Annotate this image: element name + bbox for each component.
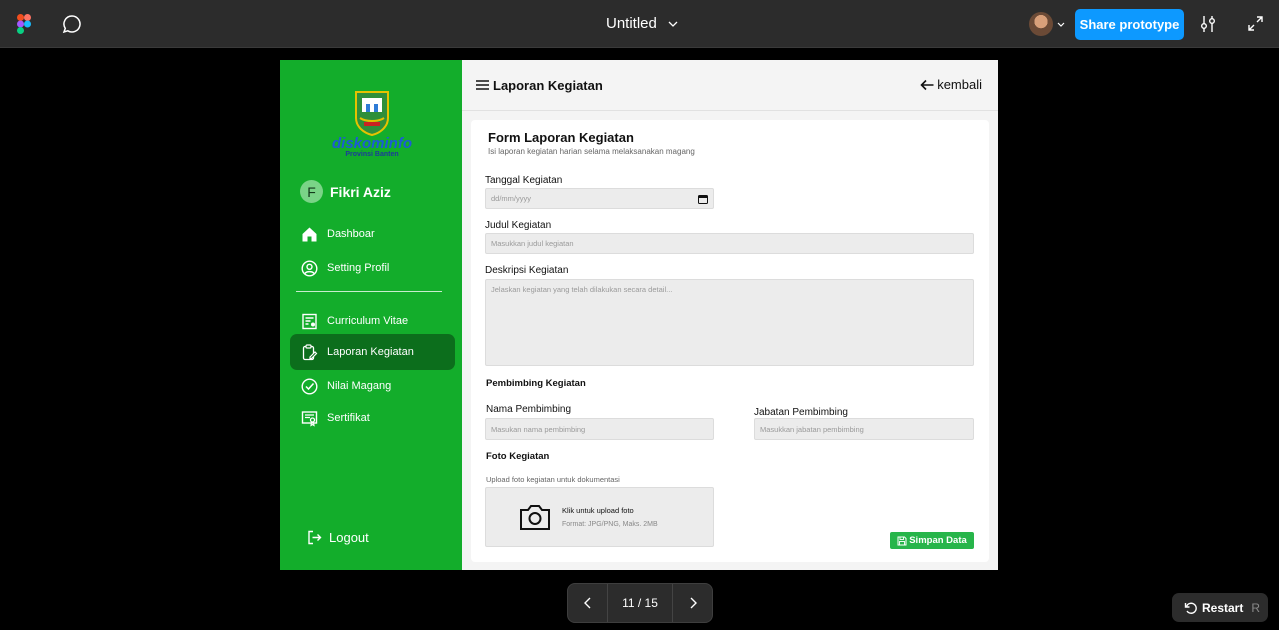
form-card: Form Laporan Kegiatan Isi laporan kegiat…	[471, 120, 989, 562]
sidebar-item-setting-profil[interactable]: Setting Profil	[290, 252, 455, 284]
foto-note: Upload foto kegiatan untuk dokumentasi	[486, 475, 620, 484]
sidebar-item-label: Dashboar	[327, 228, 375, 240]
restart-icon	[1184, 602, 1197, 614]
share-prototype-button[interactable]: Share prototype	[1075, 9, 1184, 40]
deskripsi-placeholder: Jelaskan kegiatan yang telah dilakukan s…	[491, 285, 673, 294]
nama-pembimbing-input[interactable]: Masukan nama pembimbing	[485, 418, 714, 440]
jabatan-pembimbing-label: Jabatan Pembimbing	[754, 407, 848, 418]
home-icon	[302, 227, 317, 241]
logout-button[interactable]: Logout	[307, 530, 369, 545]
judul-label: Judul Kegiatan	[485, 220, 552, 231]
sidebar-item-label: Nilai Magang	[327, 380, 392, 392]
user-name: Fikri Aziz	[330, 183, 391, 200]
clipboard-edit-icon	[302, 343, 318, 360]
sidebar-item-sertifikat[interactable]: Sertifikat	[290, 402, 455, 434]
sidebar-item-nilai-magang[interactable]: Nilai Magang	[290, 370, 455, 402]
nama-placeholder: Masukan nama pembimbing	[491, 424, 586, 434]
judul-input[interactable]: Masukkan judul kegiatan	[485, 233, 974, 254]
expand-icon[interactable]	[1248, 16, 1263, 31]
upload-format-hint: Format: JPG/PNG, Maks. 2MB	[562, 521, 658, 528]
upload-instruction: Klik untuk upload foto	[562, 506, 634, 515]
logout-label: Logout	[329, 530, 369, 545]
prototype-pager: 11 / 15	[567, 583, 713, 623]
jabatan-placeholder: Masukkan jabatan pembimbing	[760, 424, 864, 434]
chevron-down-icon[interactable]	[668, 19, 678, 29]
prototype-frame: diskominfo Provinsi Banten F Fikri Aziz …	[280, 60, 998, 570]
restart-button[interactable]: Restart R	[1172, 593, 1268, 622]
save-icon	[897, 536, 907, 545]
date-label: Tanggal Kegiatan	[485, 175, 563, 186]
sidebar-divider	[296, 291, 442, 292]
restart-label: Restart	[1202, 600, 1244, 615]
diskominfo-logo: diskominfo Provinsi Banten	[326, 88, 418, 158]
banten-emblem-icon	[355, 91, 389, 136]
camera-icon	[520, 505, 550, 530]
foto-section-title: Foto Kegiatan	[486, 451, 550, 462]
deskripsi-textarea[interactable]: Jelaskan kegiatan yang telah dilakukan s…	[485, 279, 974, 366]
form-title: Form Laporan Kegiatan	[488, 130, 634, 145]
sidebar-item-label: Curriculum Vitae	[327, 315, 409, 327]
arrow-left-icon	[920, 79, 934, 90]
calendar-icon[interactable]	[698, 194, 708, 204]
judul-placeholder: Masukkan judul kegiatan	[491, 239, 574, 248]
user-circle-icon	[301, 259, 318, 277]
comment-icon[interactable]	[62, 14, 82, 34]
logout-icon	[308, 530, 322, 545]
logo-subtitle: Provinsi Banten	[345, 151, 399, 158]
figma-toolbar: Untitled Share prototype	[0, 0, 1279, 48]
sidebar-item-label: Setting Profil	[327, 262, 390, 274]
date-field[interactable]: dd/mm/yyyy	[485, 188, 714, 209]
check-circle-icon	[301, 377, 318, 395]
restart-shortcut: R	[1251, 600, 1261, 615]
save-label: Simpan Data	[909, 535, 967, 546]
jabatan-pembimbing-input[interactable]: Masukkan jabatan pembimbing	[754, 418, 974, 440]
sidebar-item-curriculum-vitae[interactable]: Curriculum Vitae	[290, 305, 455, 337]
certificate-icon	[301, 410, 318, 427]
pembimbing-section-title: Pembimbing Kegiatan	[486, 378, 586, 389]
frame-counter: 11 / 15	[622, 596, 658, 610]
nama-pembimbing-label: Nama Pembimbing	[486, 404, 572, 415]
page-header: Laporan Kegiatan kembali	[462, 60, 998, 111]
form-subtitle: Isi laporan kegiatan harian selama melak…	[488, 147, 695, 156]
chevron-down-icon[interactable]	[1057, 21, 1065, 29]
sidebar-item-dashboard[interactable]: Dashboar	[290, 218, 455, 250]
sidebar: diskominfo Provinsi Banten F Fikri Aziz …	[280, 60, 462, 570]
deskripsi-label: Deskripsi Kegiatan	[485, 265, 569, 276]
previous-frame-button[interactable]	[568, 584, 608, 622]
logo-text: diskominfo	[331, 135, 412, 152]
date-placeholder: dd/mm/yyyy	[491, 194, 532, 203]
next-frame-button[interactable]	[672, 584, 712, 622]
save-button[interactable]: Simpan Data	[890, 532, 974, 549]
back-button[interactable]: kembali	[920, 77, 982, 92]
sidebar-item-label: Laporan Kegiatan	[327, 346, 414, 358]
settings-sliders-icon[interactable]	[1199, 15, 1217, 33]
cv-document-icon	[302, 313, 317, 329]
file-title[interactable]: Untitled	[606, 15, 657, 32]
back-label: kembali	[937, 77, 982, 92]
user-profile: F Fikri Aziz	[300, 180, 391, 203]
chevron-left-icon	[583, 597, 590, 609]
chevron-right-icon	[690, 597, 697, 609]
sidebar-item-label: Sertifikat	[327, 412, 370, 424]
page-title: Laporan Kegiatan	[493, 78, 603, 93]
photo-upload-area[interactable]: Klik untuk upload foto Format: JPG/PNG, …	[485, 487, 714, 547]
sidebar-item-laporan-kegiatan[interactable]: Laporan Kegiatan	[290, 334, 455, 370]
avatar: F	[300, 180, 323, 203]
hamburger-menu-icon[interactable]	[476, 80, 489, 90]
avatar[interactable]	[1029, 12, 1053, 36]
figma-logo-icon[interactable]	[17, 14, 31, 34]
